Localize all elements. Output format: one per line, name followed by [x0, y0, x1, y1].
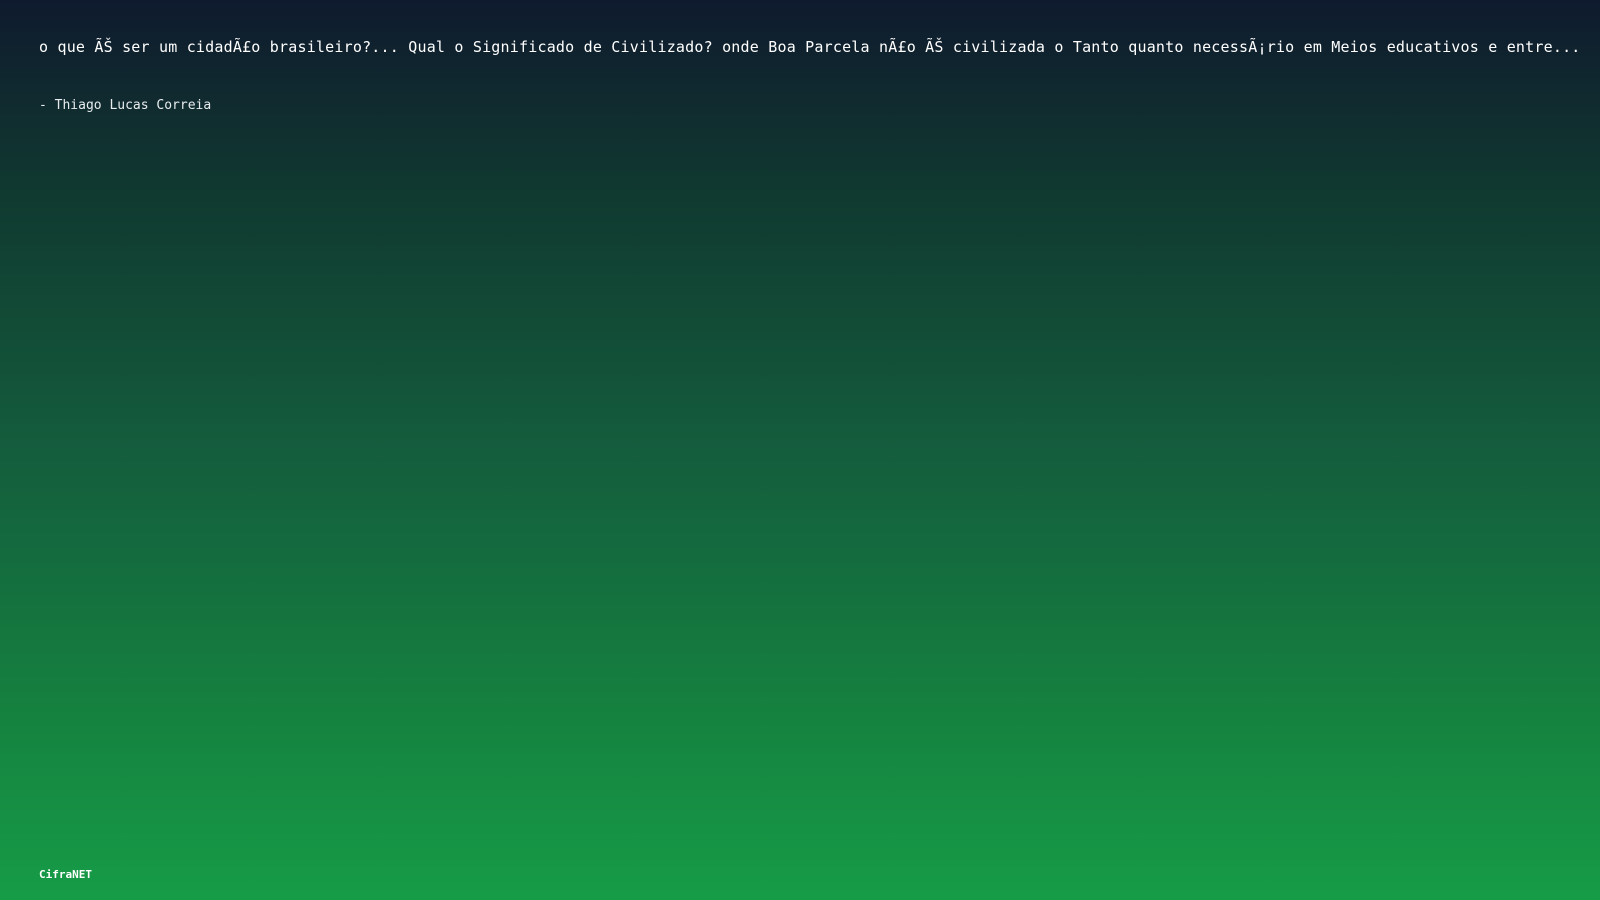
- quote-author: - Thiago Lucas Correia: [39, 98, 212, 113]
- brand-name: CifraNET: [39, 868, 92, 881]
- quote-page: { "quote": { "text": "o que ÃŠ ser um ci…: [0, 0, 1600, 900]
- quote-text: o que ÃŠ ser um cidadÃ£o brasileiro?... …: [39, 38, 1579, 56]
